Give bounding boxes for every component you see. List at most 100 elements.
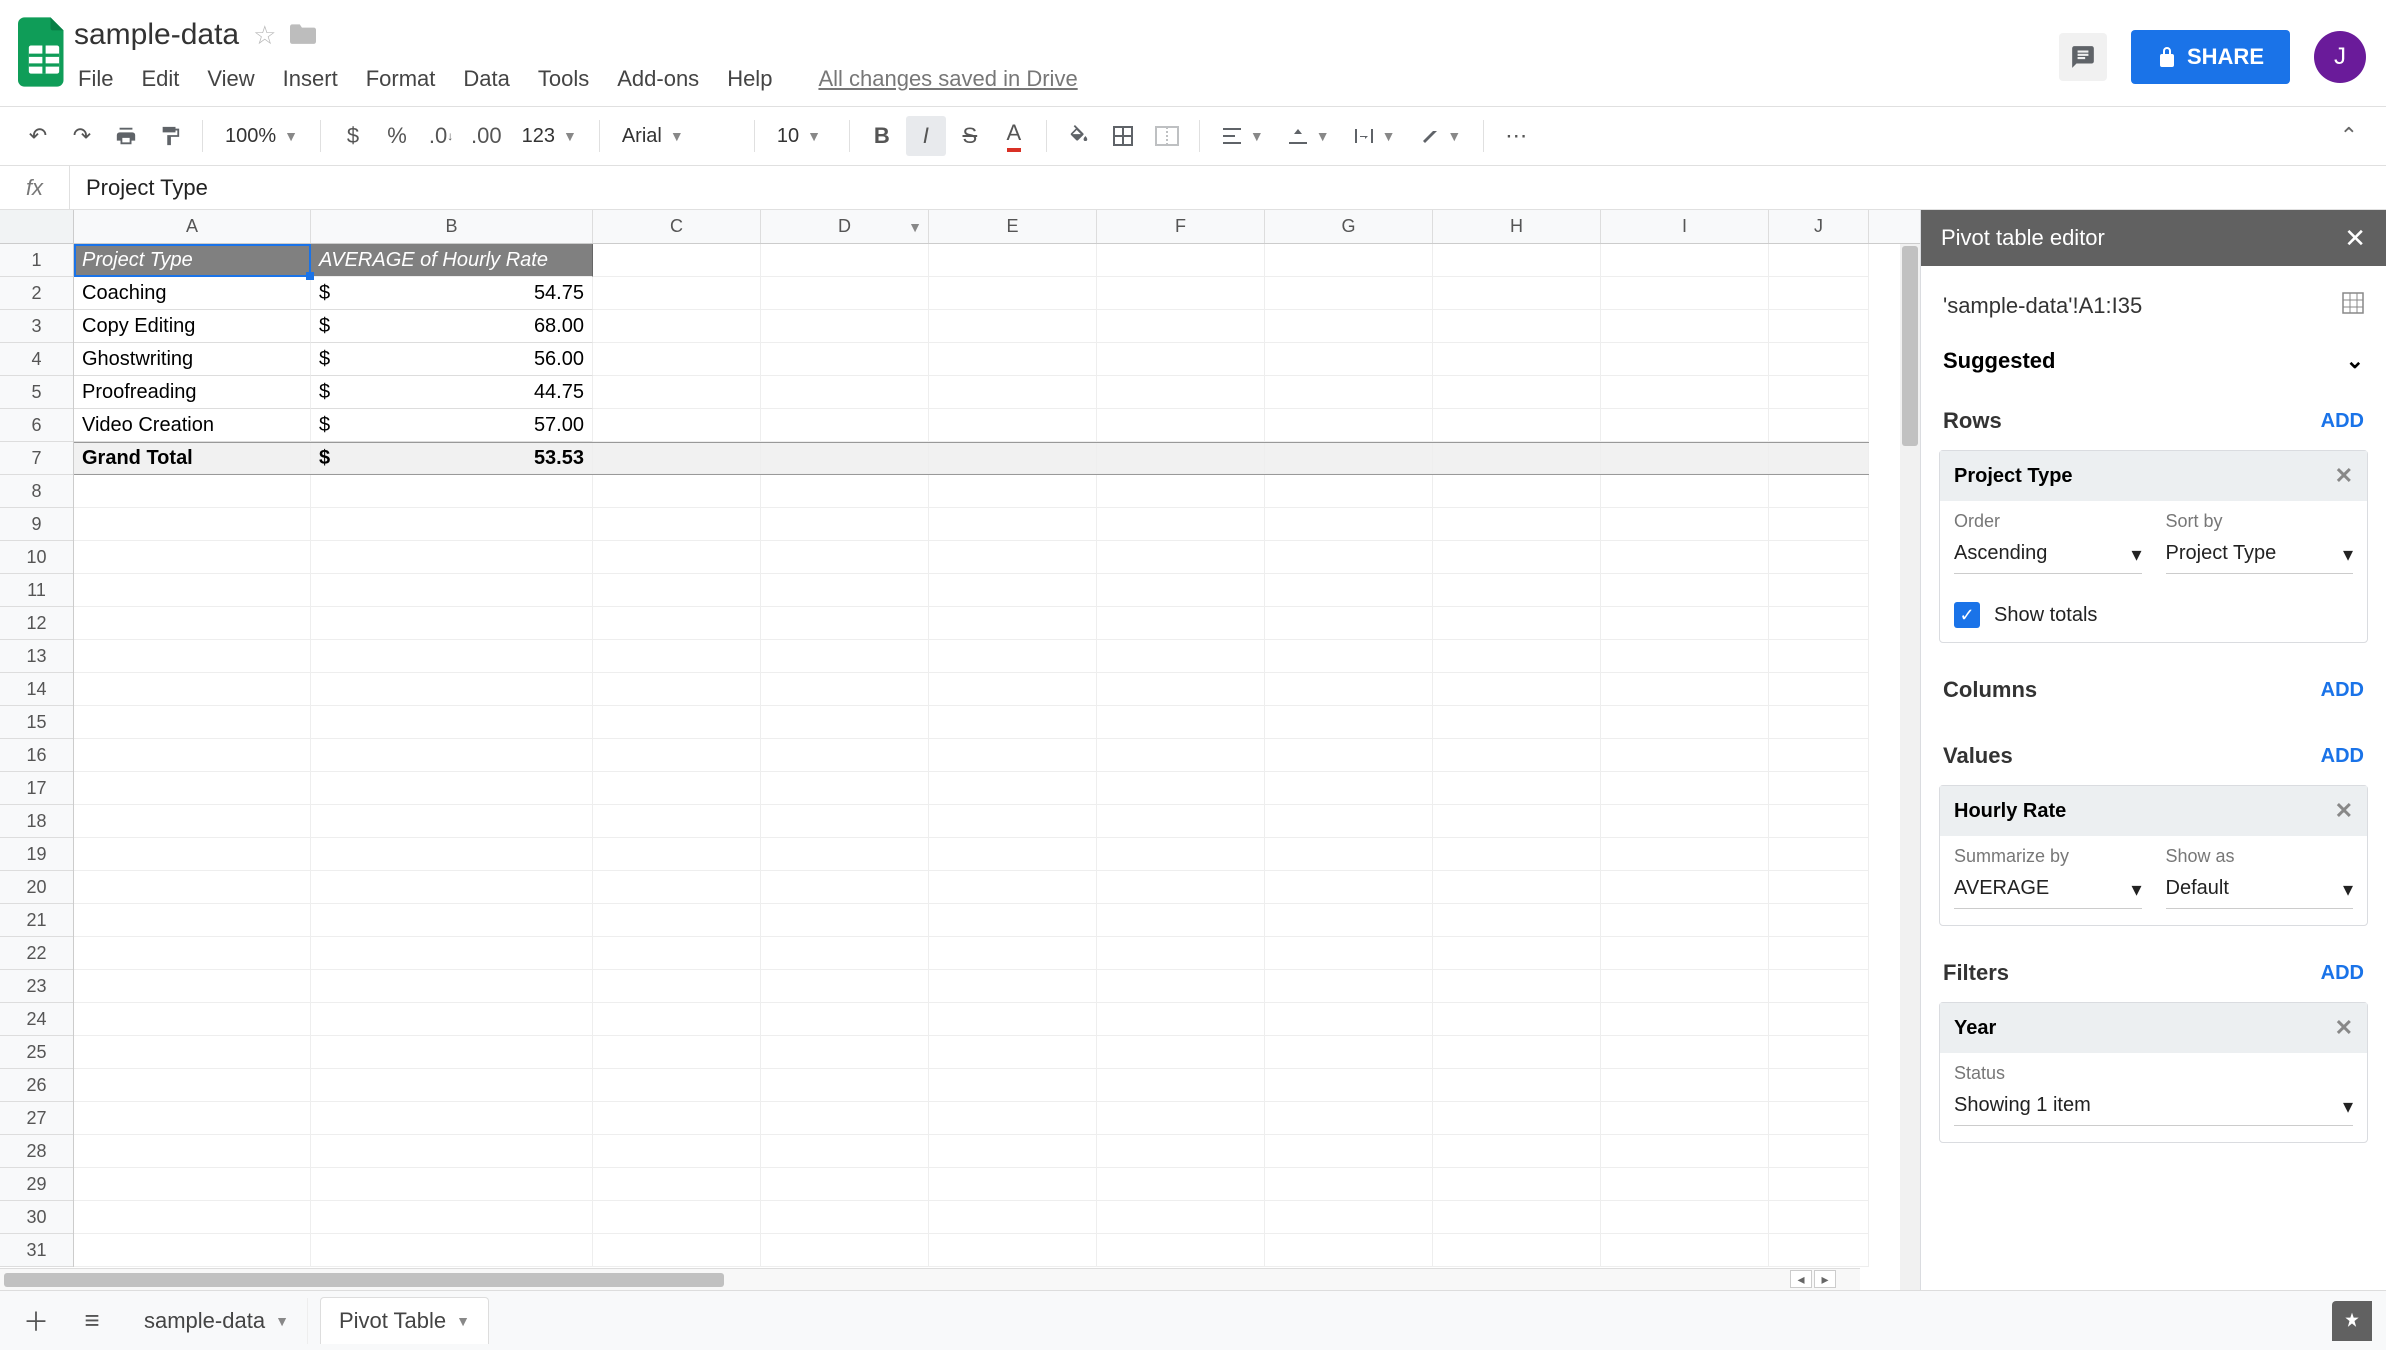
- row-header-3[interactable]: 3: [0, 310, 73, 343]
- order-select[interactable]: Ascending▾: [1954, 536, 2142, 574]
- cell[interactable]: [1097, 277, 1265, 310]
- cell[interactable]: [1433, 277, 1601, 310]
- cell[interactable]: [1769, 640, 1869, 673]
- cell[interactable]: [74, 739, 311, 772]
- zoom-select[interactable]: 100%▼: [215, 125, 308, 148]
- cell[interactable]: [1601, 838, 1769, 871]
- filter-status-select[interactable]: Showing 1 item▾: [1954, 1088, 2353, 1126]
- row-header-11[interactable]: 11: [0, 574, 73, 607]
- cell[interactable]: [1769, 376, 1869, 409]
- row-header-30[interactable]: 30: [0, 1201, 73, 1234]
- text-color-button[interactable]: A: [994, 116, 1034, 156]
- cell[interactable]: [1097, 376, 1265, 409]
- cell[interactable]: [1433, 508, 1601, 541]
- cell[interactable]: [74, 541, 311, 574]
- column-header-C[interactable]: C: [593, 210, 761, 243]
- cell[interactable]: $53.53: [311, 443, 593, 474]
- doc-title[interactable]: sample-data: [74, 18, 239, 52]
- row-header-26[interactable]: 26: [0, 1069, 73, 1102]
- cell[interactable]: [1265, 970, 1433, 1003]
- cell[interactable]: [761, 673, 929, 706]
- cell[interactable]: [1433, 1234, 1601, 1267]
- cell[interactable]: [1097, 574, 1265, 607]
- row-header-23[interactable]: 23: [0, 970, 73, 1003]
- row-header-6[interactable]: 6: [0, 409, 73, 442]
- cell[interactable]: Project Type: [74, 244, 311, 277]
- menu-tools[interactable]: Tools: [538, 66, 589, 92]
- menu-data[interactable]: Data: [463, 66, 509, 92]
- cell[interactable]: [929, 376, 1097, 409]
- cell[interactable]: [1265, 706, 1433, 739]
- cell[interactable]: [929, 310, 1097, 343]
- cell[interactable]: [1265, 838, 1433, 871]
- menu-edit[interactable]: Edit: [141, 66, 179, 92]
- cell[interactable]: Coaching: [74, 277, 311, 310]
- explore-button[interactable]: [2332, 1301, 2372, 1341]
- cell[interactable]: $57.00: [311, 409, 593, 442]
- cell[interactable]: [74, 607, 311, 640]
- select-range-icon[interactable]: [2342, 292, 2364, 320]
- save-status[interactable]: All changes saved in Drive: [818, 66, 1077, 92]
- cell[interactable]: [311, 607, 593, 640]
- cell[interactable]: [1769, 871, 1869, 904]
- redo-button[interactable]: ↷: [62, 116, 102, 156]
- cell[interactable]: [1433, 541, 1601, 574]
- cell[interactable]: [1601, 1201, 1769, 1234]
- vertical-scrollbar[interactable]: [1900, 244, 1920, 1290]
- cell[interactable]: [929, 1003, 1097, 1036]
- cell[interactable]: [311, 805, 593, 838]
- remove-value-icon[interactable]: ✕: [2335, 798, 2353, 824]
- suggested-toggle[interactable]: Suggested ⌄: [1939, 344, 2368, 402]
- cell[interactable]: AVERAGE of Hourly Rate: [311, 244, 593, 277]
- cell[interactable]: [1265, 739, 1433, 772]
- cell[interactable]: [761, 1201, 929, 1234]
- cell[interactable]: [1097, 904, 1265, 937]
- row-header-13[interactable]: 13: [0, 640, 73, 673]
- cell[interactable]: [761, 443, 929, 474]
- close-icon[interactable]: ✕: [2344, 223, 2366, 254]
- menu-format[interactable]: Format: [366, 66, 436, 92]
- cell[interactable]: [593, 1201, 761, 1234]
- row-header-8[interactable]: 8: [0, 475, 73, 508]
- cell[interactable]: [1769, 343, 1869, 376]
- cell[interactable]: [929, 904, 1097, 937]
- rows-add-button[interactable]: ADD: [2321, 410, 2364, 433]
- showas-select[interactable]: Default▾: [2166, 871, 2354, 909]
- cell[interactable]: [74, 640, 311, 673]
- cell[interactable]: [1769, 409, 1869, 442]
- cell[interactable]: [1769, 310, 1869, 343]
- cell[interactable]: [1433, 244, 1601, 277]
- cell[interactable]: [311, 838, 593, 871]
- cell[interactable]: [761, 607, 929, 640]
- cell[interactable]: [311, 1201, 593, 1234]
- cell[interactable]: [929, 1168, 1097, 1201]
- cell[interactable]: [593, 443, 761, 474]
- cell[interactable]: [1601, 1168, 1769, 1201]
- font-size-select[interactable]: 10▼: [767, 125, 837, 148]
- cell[interactable]: [1265, 1201, 1433, 1234]
- row-header-5[interactable]: 5: [0, 376, 73, 409]
- cell[interactable]: [929, 871, 1097, 904]
- cell[interactable]: [593, 343, 761, 376]
- cell[interactable]: [929, 343, 1097, 376]
- cell[interactable]: [1601, 673, 1769, 706]
- row-header-29[interactable]: 29: [0, 1168, 73, 1201]
- cell[interactable]: [593, 1234, 761, 1267]
- column-header-B[interactable]: B: [311, 210, 593, 243]
- cell[interactable]: [593, 838, 761, 871]
- cell[interactable]: [1769, 739, 1869, 772]
- cell[interactable]: [1265, 640, 1433, 673]
- cell[interactable]: [74, 1168, 311, 1201]
- cell[interactable]: [1433, 1201, 1601, 1234]
- cell[interactable]: [1601, 607, 1769, 640]
- cell[interactable]: [74, 475, 311, 508]
- cell[interactable]: [761, 343, 929, 376]
- cell[interactable]: [1097, 1003, 1265, 1036]
- cell[interactable]: [1433, 838, 1601, 871]
- cell[interactable]: [761, 739, 929, 772]
- cell[interactable]: [761, 574, 929, 607]
- cell[interactable]: [929, 1234, 1097, 1267]
- cell[interactable]: [1097, 1168, 1265, 1201]
- cell[interactable]: [761, 706, 929, 739]
- cell[interactable]: [761, 1069, 929, 1102]
